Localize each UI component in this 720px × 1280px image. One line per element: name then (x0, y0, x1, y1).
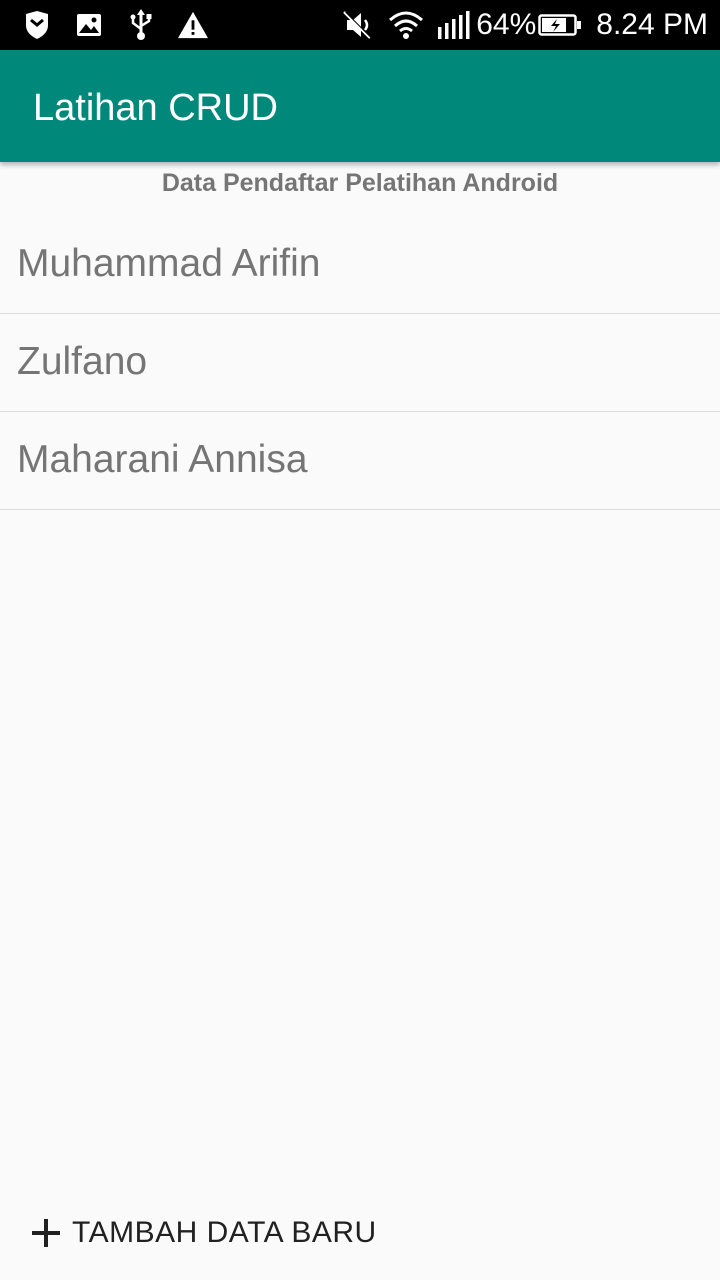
wifi-icon (386, 8, 426, 42)
vibrate-off-icon (340, 8, 374, 42)
list-header: Data Pendaftar Pelatihan Android (161, 169, 559, 197)
signal-icon (436, 8, 472, 42)
app-bar: Latihan CRUD (0, 50, 720, 162)
list-item-label: Muhammad Arifin (17, 242, 321, 285)
app-screen: 64% 8.24 PM Latihan CRUD Data Pendaftar … (0, 0, 720, 1280)
battery-charging-icon (538, 8, 582, 42)
registrant-list: Muhammad Arifin Zulfano Maharani Annisa (0, 216, 720, 510)
list-item-label: Zulfano (17, 340, 148, 383)
usb-icon (126, 9, 156, 40)
status-left-icons (22, 8, 208, 42)
plus-icon (30, 1217, 62, 1249)
warning-icon (178, 10, 208, 40)
shield-icon (22, 10, 52, 40)
add-button-label: TAMBAH DATA BARU (72, 1216, 377, 1249)
add-new-data-button[interactable]: TAMBAH DATA BARU (30, 1206, 377, 1260)
clock: 8.24 PM (596, 8, 708, 41)
app-title: Latihan CRUD (33, 87, 278, 129)
status-right-icons: 64% 8.24 PM (340, 6, 708, 44)
list-item[interactable]: Muhammad Arifin (0, 216, 720, 314)
status-bar: 64% 8.24 PM (0, 0, 720, 50)
image-icon (74, 10, 104, 40)
list-item[interactable]: Zulfano (0, 314, 720, 412)
battery-percent: 64% (476, 8, 537, 41)
list-item[interactable]: Maharani Annisa (0, 412, 720, 510)
list-item-label: Maharani Annisa (17, 438, 308, 481)
